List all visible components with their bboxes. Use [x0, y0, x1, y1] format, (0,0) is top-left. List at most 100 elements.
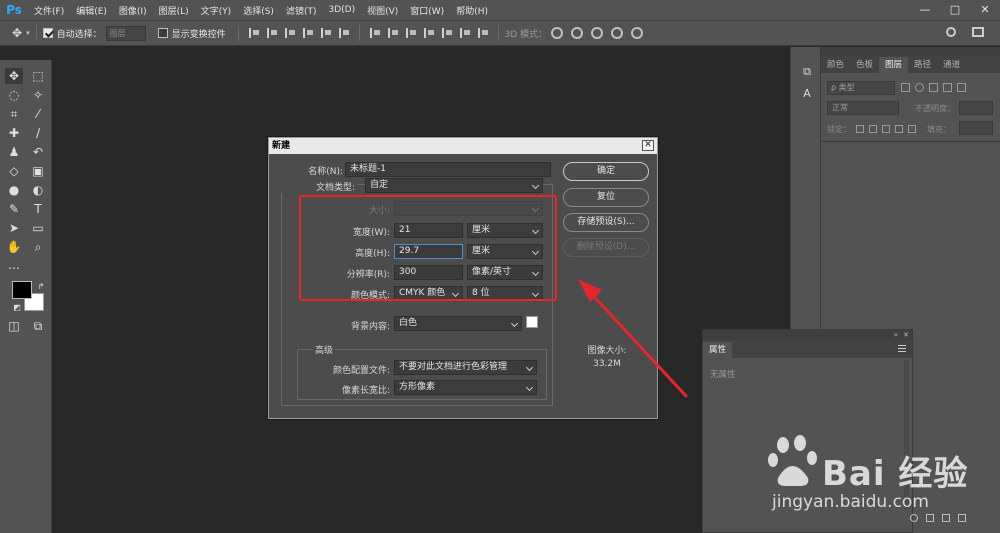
gradient-tool-icon[interactable]: ▣ [29, 163, 47, 179]
healing-brush-icon[interactable]: ✚ [5, 125, 23, 141]
brush-tool-icon[interactable]: ∕ [29, 125, 47, 141]
trash-icon[interactable] [958, 514, 966, 522]
height-unit-select[interactable]: 厘米 [467, 244, 543, 259]
filter-type-icon[interactable] [929, 83, 938, 92]
hand-tool-icon[interactable]: ✋ [5, 239, 23, 255]
eraser-tool-icon[interactable]: ◇ [5, 163, 23, 179]
adjustment-layer-icon[interactable] [910, 514, 918, 522]
path-select-icon[interactable]: ➤ [5, 220, 23, 236]
menu-window[interactable]: 窗口(W) [404, 4, 450, 17]
width-unit-select[interactable]: 厘米 [467, 223, 543, 238]
reset-button[interactable]: 复位 [563, 188, 649, 207]
pixel-aspect-select[interactable]: 方形像素 [394, 380, 537, 395]
doc-type-select[interactable]: 自定 [365, 178, 543, 193]
align-vcenter-icon[interactable] [266, 28, 277, 38]
foreground-color-swatch[interactable] [12, 281, 32, 299]
chevron-down-icon[interactable]: ▾ [26, 29, 30, 37]
workspace-icon[interactable] [972, 27, 984, 37]
menu-image[interactable]: 图像(I) [113, 4, 153, 17]
distribute-right-icon[interactable] [459, 28, 470, 38]
menu-view[interactable]: 视图(V) [361, 4, 404, 17]
menu-type[interactable]: 文字(Y) [195, 4, 238, 17]
dialog-close-button[interactable]: ✕ [642, 140, 654, 151]
resolution-unit-select[interactable]: 像素/英寸 [467, 265, 543, 280]
move-tool-icon[interactable]: ✥ [12, 26, 22, 40]
distribute-vcenter-icon[interactable] [387, 28, 398, 38]
align-right-icon[interactable] [338, 28, 349, 38]
quick-mask-icon[interactable]: ◫ [5, 318, 23, 334]
lock-position-icon[interactable] [882, 125, 890, 133]
save-preset-button[interactable]: 存储预设(S)... [563, 213, 649, 232]
tab-channels[interactable]: 通道 [937, 57, 966, 73]
tab-properties[interactable]: 属性 [703, 342, 733, 358]
properties-scrollbar[interactable] [904, 360, 909, 510]
more-tools-icon[interactable]: ⋯ [5, 260, 23, 276]
3d-slide-icon[interactable] [611, 27, 624, 39]
clone-stamp-icon[interactable]: ♟ [5, 144, 23, 160]
lock-image-icon[interactable] [869, 125, 877, 133]
history-panel-icon[interactable]: ⧉ [800, 65, 814, 79]
history-brush-icon[interactable]: ↶ [29, 144, 47, 160]
tab-color[interactable]: 颜色 [821, 57, 850, 73]
filter-smart-icon[interactable] [957, 83, 966, 92]
distribute-bottom-icon[interactable] [405, 28, 416, 38]
move-tool-icon[interactable]: ✥ [5, 68, 23, 84]
magic-wand-icon[interactable]: ✧ [29, 87, 47, 103]
panel-menu-icon[interactable] [898, 345, 906, 352]
background-color-swatch[interactable] [526, 316, 538, 328]
tab-swatches[interactable]: 色板 [850, 57, 879, 73]
align-hcenter-icon[interactable] [320, 28, 331, 38]
blend-mode-select[interactable]: 正常 [827, 101, 899, 115]
width-input[interactable]: 21 [394, 223, 463, 238]
3d-scale-icon[interactable] [631, 27, 644, 39]
3d-roll-icon[interactable] [571, 27, 584, 39]
3d-rotate-icon[interactable] [551, 27, 564, 39]
lasso-tool-icon[interactable]: ◌ [5, 87, 23, 103]
marquee-tool-icon[interactable]: ⬚ [29, 68, 47, 84]
3d-pan-icon[interactable] [591, 27, 604, 39]
align-top-icon[interactable] [248, 28, 259, 38]
menu-file[interactable]: 文件(F) [28, 4, 70, 17]
blur-tool-icon[interactable]: ● [5, 182, 23, 198]
align-bottom-icon[interactable] [284, 28, 295, 38]
bit-depth-select[interactable]: 8 位 [467, 286, 543, 301]
resolution-input[interactable]: 300 [394, 265, 463, 280]
swap-colors-icon[interactable]: ↱ [32, 279, 50, 295]
opacity-input[interactable] [959, 101, 993, 115]
maximize-button[interactable]: □ [940, 0, 970, 20]
size-select[interactable] [394, 201, 543, 216]
distribute-hcenter-icon[interactable] [441, 28, 452, 38]
zoom-tool-icon[interactable]: ⌕ [29, 239, 47, 255]
color-mode-select[interactable]: CMYK 颜色 [394, 286, 463, 301]
auto-align-icon[interactable] [477, 28, 488, 38]
fill-input[interactable] [959, 121, 993, 135]
menu-select[interactable]: 选择(S) [237, 4, 280, 17]
new-group-icon[interactable] [926, 514, 934, 522]
search-icon[interactable] [946, 27, 956, 37]
type-tool-icon[interactable]: T [29, 201, 47, 217]
character-panel-icon[interactable]: A [800, 87, 814, 101]
auto-select-target-select[interactable]: 图层 [105, 25, 146, 41]
auto-select-checkbox[interactable] [42, 28, 53, 38]
ok-button[interactable]: 确定 [563, 162, 649, 181]
name-input[interactable]: 未标题-1 [345, 162, 551, 177]
close-icon[interactable]: ✕ [903, 330, 909, 340]
lock-transparent-icon[interactable] [856, 125, 864, 133]
menu-filter[interactable]: 滤镜(T) [280, 4, 323, 17]
crop-tool-icon[interactable]: ⌗ [5, 106, 23, 122]
lock-artboard-icon[interactable] [895, 125, 903, 133]
background-contents-select[interactable]: 白色 [394, 316, 522, 331]
collapse-icon[interactable]: « [894, 330, 898, 340]
color-profile-select[interactable]: 不要对此文档进行色彩管理 [394, 360, 537, 375]
eyedropper-icon[interactable]: ⁄ [29, 106, 47, 122]
minimize-button[interactable]: — [910, 0, 940, 20]
distribute-left-icon[interactable] [423, 28, 434, 38]
filter-pixel-icon[interactable] [901, 83, 910, 92]
menu-edit[interactable]: 编辑(E) [70, 4, 113, 17]
default-colors-icon[interactable]: ◩ [8, 300, 26, 316]
tab-layers[interactable]: 图层 [879, 57, 909, 73]
rectangle-tool-icon[interactable]: ▭ [29, 220, 47, 236]
filter-shape-icon[interactable] [943, 83, 952, 92]
menu-help[interactable]: 帮助(H) [450, 4, 494, 17]
lock-all-icon[interactable] [908, 125, 916, 133]
